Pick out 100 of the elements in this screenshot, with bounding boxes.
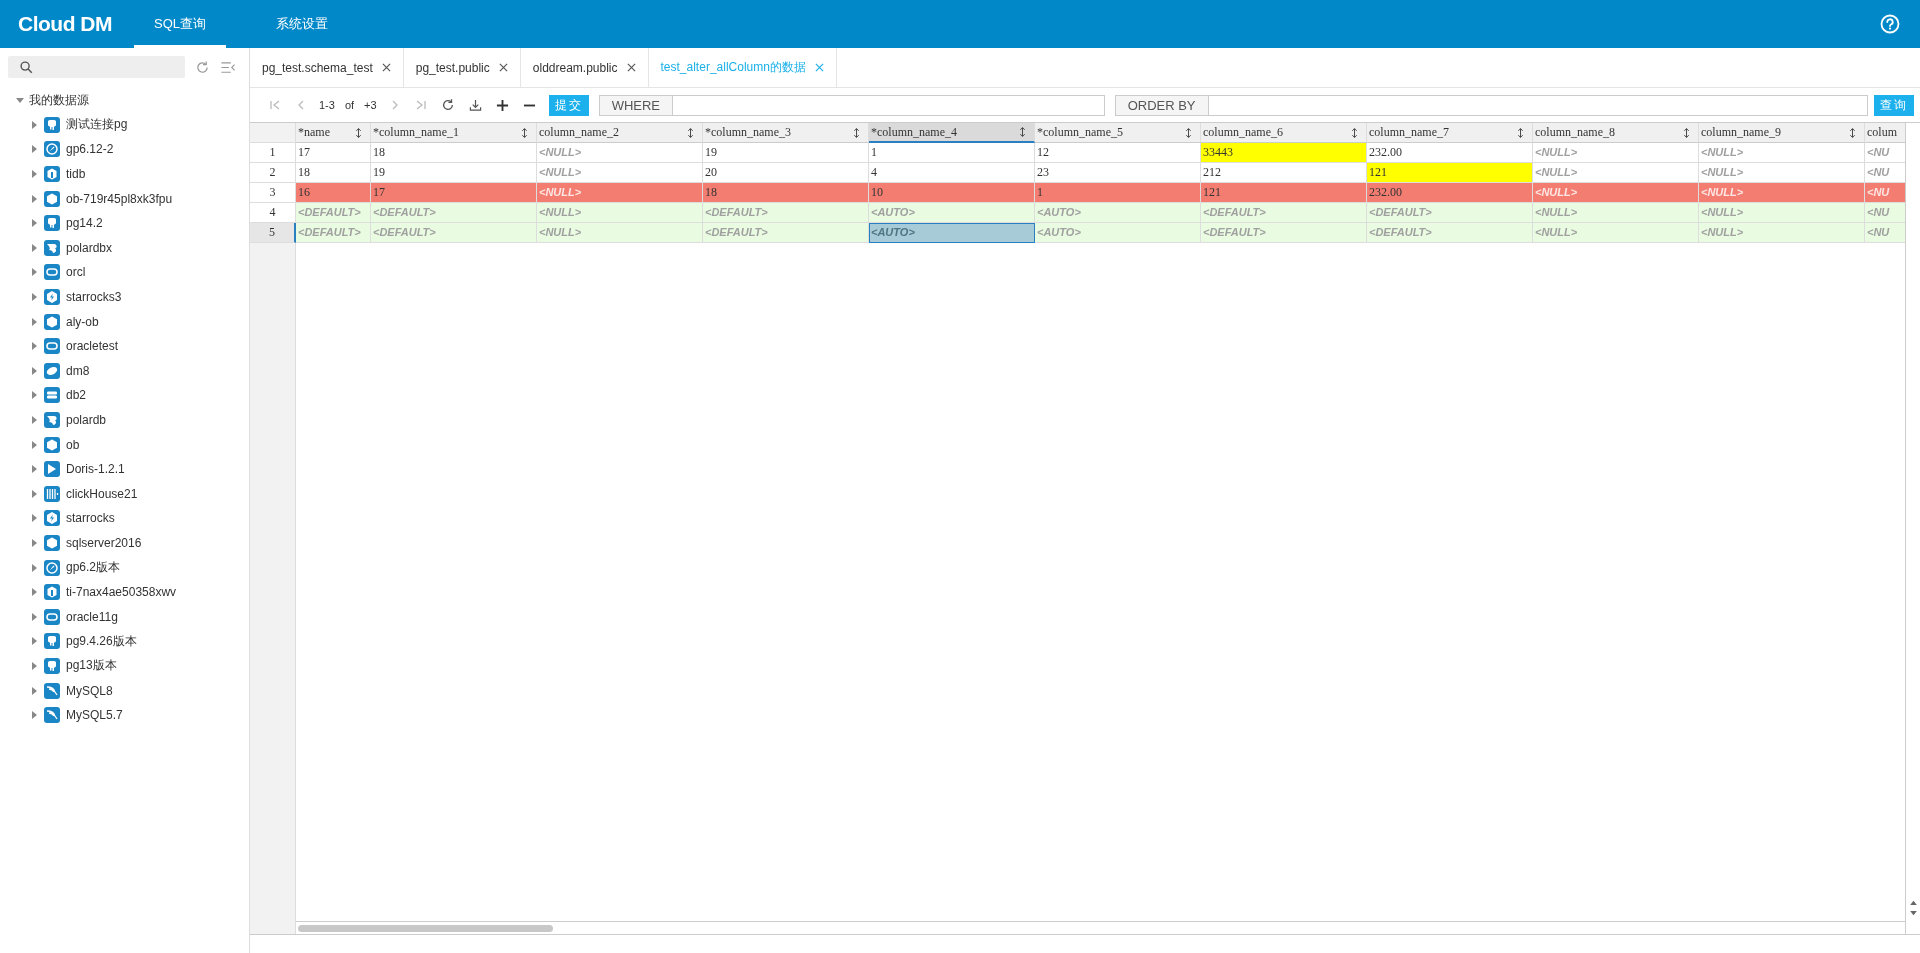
tree-root-label[interactable]: 我的数据源 — [29, 91, 89, 109]
caret-icon[interactable] — [30, 539, 38, 547]
caret-icon[interactable] — [30, 317, 38, 326]
column-header[interactable]: *column_name_3 — [703, 123, 869, 143]
table-cell[interactable]: 33443 — [1201, 143, 1367, 163]
column-header[interactable]: *column_name_4 — [869, 123, 1035, 143]
tree-item-label[interactable]: orcl — [66, 265, 86, 280]
column-header[interactable]: colum — [1865, 123, 1905, 143]
nav-tab[interactable]: SQL查询 — [134, 0, 226, 48]
collapse-icon[interactable] — [220, 59, 236, 75]
close-icon[interactable] — [381, 63, 391, 72]
caret-icon[interactable] — [30, 465, 38, 474]
sort-icon[interactable] — [521, 126, 528, 139]
table-cell[interactable]: 17 — [371, 183, 537, 203]
horizontal-scrollbar[interactable] — [296, 921, 1905, 934]
tree-item-label[interactable]: ti-7nax4ae50358xwv — [66, 585, 177, 600]
search-field[interactable] — [8, 56, 185, 78]
caret-icon[interactable] — [30, 416, 38, 424]
caret-icon[interactable] — [30, 440, 38, 449]
tree-item-label[interactable]: db2 — [66, 388, 87, 403]
tree-item-label[interactable]: sqlserver2016 — [66, 536, 142, 550]
column-header[interactable]: *column_name_1 — [371, 123, 537, 143]
table-cell[interactable]: 1 — [1035, 183, 1201, 203]
tree-item-label[interactable]: starrocks3 — [66, 290, 122, 305]
scroll-up-icon[interactable] — [1909, 900, 1917, 905]
caret-icon[interactable] — [30, 563, 38, 572]
refresh-icon[interactable] — [440, 98, 455, 112]
caret-icon[interactable] — [30, 170, 38, 179]
tree-item-label[interactable]: ob — [66, 437, 80, 452]
table-cell[interactable]: 10 — [869, 183, 1035, 203]
table-cell[interactable]: 12 — [1035, 143, 1201, 163]
row-number[interactable]: 1 — [250, 143, 296, 163]
nav-tab[interactable]: 系统设置 — [256, 0, 348, 48]
caret-icon[interactable] — [30, 637, 38, 646]
caret-icon[interactable] — [30, 711, 38, 720]
table-cell[interactable]: 16 — [296, 183, 371, 203]
sort-icon[interactable] — [853, 126, 860, 139]
tree-item-label[interactable]: aly-ob — [66, 314, 99, 329]
caret-icon[interactable] — [30, 514, 38, 523]
tree-item-label[interactable]: Doris-1.2.1 — [66, 462, 125, 477]
table-cell[interactable]: 19 — [703, 143, 869, 163]
editor-tab[interactable]: pg_test.public — [403, 48, 521, 87]
tree-item-label[interactable]: pg13版本 — [66, 657, 117, 675]
column-header[interactable]: column_name_8 — [1533, 123, 1699, 143]
column-header[interactable]: *column_name_5 — [1035, 123, 1201, 143]
caret-icon[interactable] — [30, 342, 38, 351]
close-icon[interactable] — [498, 63, 508, 72]
table-cell[interactable]: 18 — [703, 183, 869, 203]
row-number[interactable]: 3 — [250, 183, 296, 203]
caret-icon[interactable] — [30, 243, 38, 252]
row-number[interactable]: 2 — [250, 163, 296, 183]
caret-icon[interactable] — [30, 588, 38, 597]
caret-icon[interactable] — [30, 145, 38, 154]
tree-item-label[interactable]: MySQL5.7 — [66, 708, 123, 723]
table-cell[interactable]: 232.00 — [1367, 183, 1533, 203]
caret-icon[interactable] — [30, 366, 38, 375]
scroll-down-icon[interactable] — [1909, 911, 1917, 916]
tree-item-label[interactable]: pg14.2 — [66, 216, 103, 231]
editor-tab[interactable]: olddream.public — [520, 48, 649, 87]
tree-item-label[interactable]: tidb — [66, 167, 86, 182]
row-number[interactable]: 4 — [250, 203, 296, 223]
caret-icon[interactable] — [30, 612, 38, 621]
tree-item-label[interactable]: oracle11g — [66, 609, 118, 624]
caret-icon[interactable] — [30, 219, 38, 228]
tree-item-label[interactable]: polardbx — [66, 240, 113, 255]
column-header[interactable]: column_name_7 — [1367, 123, 1533, 143]
tree-item-label[interactable]: starrocks — [66, 511, 115, 526]
tree-item-label[interactable]: oracletest — [66, 339, 119, 354]
sort-icon[interactable] — [1019, 126, 1026, 138]
sort-icon[interactable] — [1517, 126, 1524, 139]
tree-item-label[interactable]: polardb — [66, 413, 107, 427]
column-header[interactable]: column_name_9 — [1699, 123, 1865, 143]
column-header[interactable]: column_name_2 — [537, 123, 703, 143]
caret-icon[interactable] — [16, 96, 24, 105]
sort-icon[interactable] — [687, 126, 694, 139]
help-icon[interactable] — [1880, 14, 1900, 34]
caret-icon[interactable] — [30, 120, 38, 129]
table-cell[interactable]: 121 — [1367, 163, 1533, 183]
tree-item-label[interactable]: pg9.4.26版本 — [66, 632, 137, 650]
table-cell[interactable]: 18 — [371, 143, 537, 163]
caret-icon[interactable] — [30, 391, 38, 400]
sort-icon[interactable] — [1185, 126, 1192, 139]
tree-item-label[interactable]: ob-719r45pl8xk3fpu — [66, 191, 173, 206]
sort-icon[interactable] — [1351, 126, 1358, 139]
column-header[interactable]: *name — [296, 123, 371, 143]
tree-item-label[interactable]: clickHouse21 — [66, 486, 138, 501]
caret-icon[interactable] — [30, 194, 38, 203]
caret-icon[interactable] — [30, 661, 38, 670]
tree-item-label[interactable]: 测试连接pg — [66, 116, 128, 134]
download-icon[interactable] — [468, 98, 482, 112]
column-header[interactable]: column_name_6 — [1201, 123, 1367, 143]
table-cell[interactable]: 17 — [296, 143, 371, 163]
add-row-icon[interactable] — [495, 98, 509, 112]
caret-icon[interactable] — [30, 268, 38, 277]
tree-item-label[interactable]: gp6.2版本 — [66, 559, 121, 577]
row-number[interactable]: 5 — [250, 223, 296, 243]
tree-item-label[interactable]: gp6.12-2 — [66, 142, 114, 157]
sort-icon[interactable] — [1683, 126, 1690, 139]
table-cell[interactable]: 1 — [869, 143, 1035, 163]
caret-icon[interactable] — [30, 293, 38, 302]
